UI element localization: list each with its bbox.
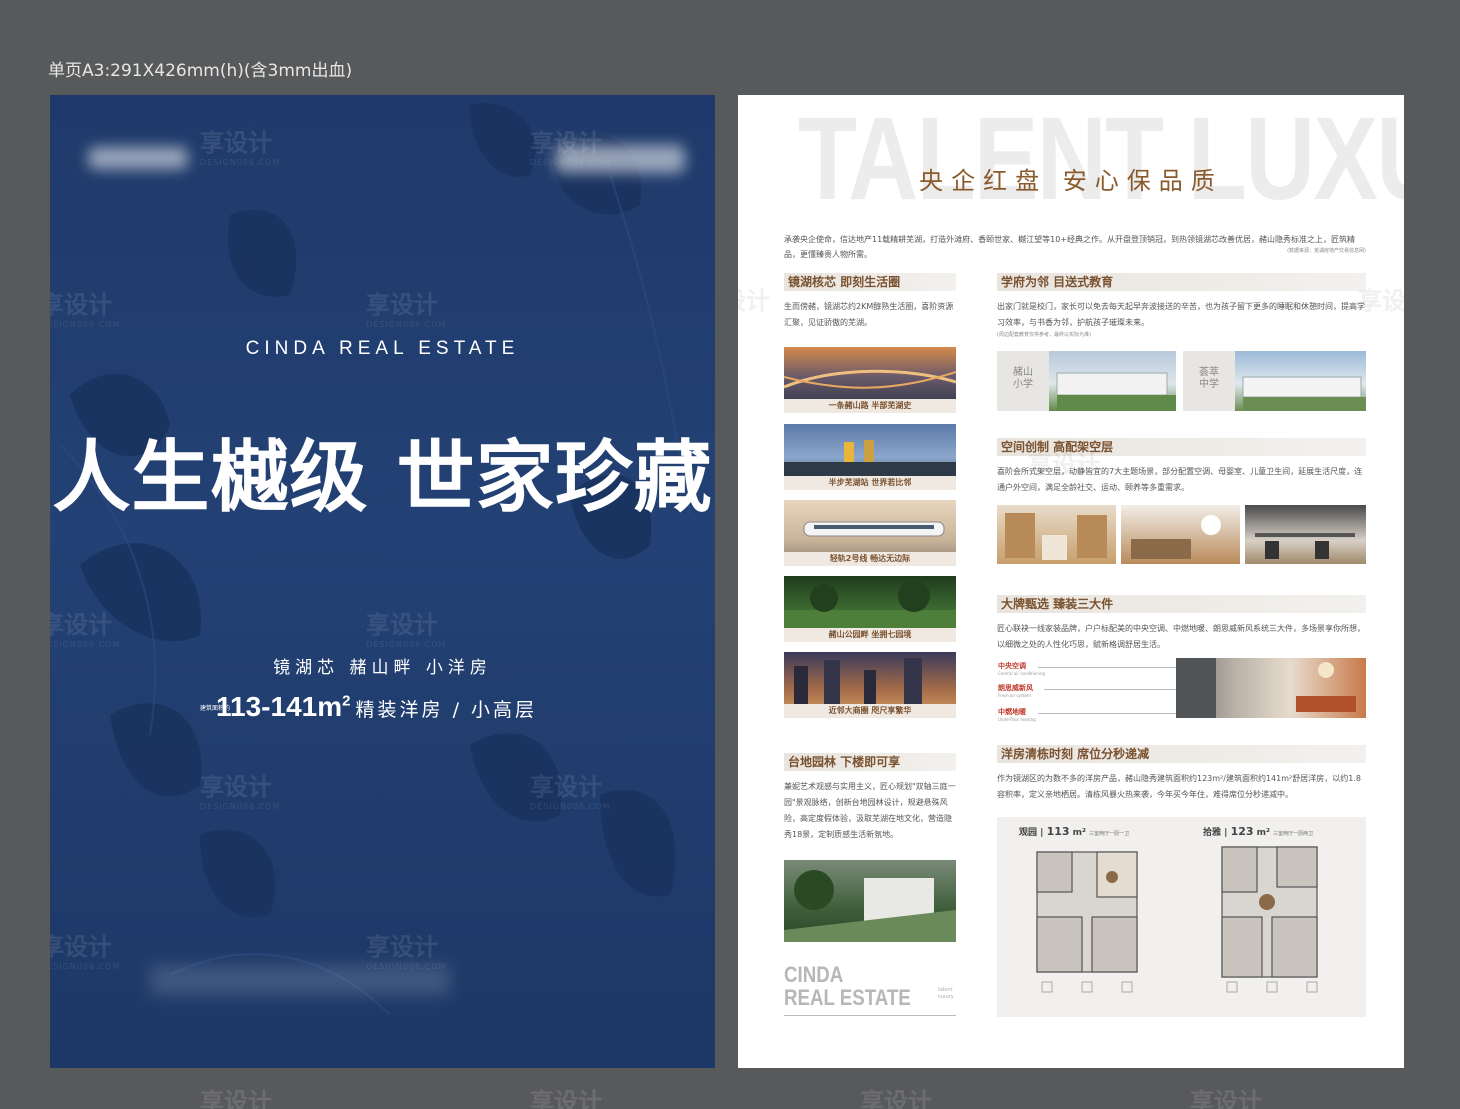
area-tagline: 建筑面积约113-141m2 精装洋房 / 小高层 (200, 691, 537, 723)
photo-station: 半步芜湖站 世界若比邻 (784, 424, 956, 490)
section-note-education: (周边配套教育仅供参考，最终以实际为准) (997, 332, 1091, 338)
floorplan-drawings (1036, 846, 1318, 993)
caption: 轻轨2号线 畅达无边际 (784, 552, 956, 566)
section-text-clubhouse: 喜阶会所式架空层，动静皆宜的7大主题场景，部分配置空调、母婴室、儿童卫生间，延展… (997, 467, 1363, 492)
floorplan-title-2: 拾雅 | 123 m² 三室两厅一厨两卫 (1203, 825, 1314, 838)
spec-label: 单页A3:291X426mm(h)(含3mm出血) (48, 61, 353, 81)
section-text-garden: 兼妮艺术观感与实用主义，匠心规划"双轴三庭一园"景观脉络，创新台地园林设计，规避… (784, 782, 956, 839)
blurred-contact (150, 965, 450, 995)
photo-garden (784, 860, 956, 942)
section-title-clubhouse: 空间创制 高配架空层 (997, 438, 1366, 456)
location-tagline: 镜湖芯 赭山畔 小洋房 (273, 658, 492, 678)
floorplan-panel: 观园 | 113 m² 三室两厅一厨一卫 拾雅 | 123 m² 三室两厅一厨两… (997, 817, 1366, 1017)
caption: 半步芜湖站 世界若比邻 (784, 476, 956, 490)
photo-interior (1176, 658, 1366, 718)
caption: 赭山公园畔 坐拥七园境 (784, 628, 956, 642)
logo-blurred-right (555, 145, 685, 173)
intro-text: 承袭央企使命，信达地产11载精耕芜湖，打造外滩府、香颐世家、樾江望等10+经典之… (784, 235, 1356, 259)
watermark: 享设计 (1190, 1088, 1262, 1109)
brand-english: CINDA REAL ESTATE (245, 338, 520, 359)
section-title-lifestyle: 镜湖核芯 即刻生活圈 (784, 273, 956, 291)
feature-leader-line (1044, 689, 1176, 690)
school-label-2: 荟萃 中学 (1183, 351, 1235, 411)
feature-fresh-air: 朗思威新风 Fresh air system (998, 684, 1033, 698)
intro-note: (数据来源：芜湖房地产交易信息网) (1287, 248, 1366, 254)
photo-overpass: 一条赭山路 半部芜湖史 (784, 347, 956, 413)
watermark: 享设计 (860, 1088, 932, 1109)
area-value: 113-141m2 (216, 691, 351, 722)
floorplan-title-1: 观园 | 113 m² 三室两厅一厨一卫 (1019, 825, 1130, 838)
section-title-garden: 台地园林 下楼即可享 (784, 753, 956, 771)
feature-leader-line (1038, 667, 1176, 668)
poster-front: 享设计DESIGN006.COM 享设计DESIGN006.COM 享设计DES… (50, 95, 715, 1068)
leaf-pattern (59, 103, 691, 1016)
area-rest: 精装洋房 / 小高层 (355, 699, 538, 721)
poster-back: TALENT LUXURY 央企红盘 安心保品质 承袭央企使命，信达地产11载精… (738, 95, 1404, 1068)
photo-library (997, 505, 1116, 564)
watermark: 享设计 (738, 287, 770, 315)
big-english-title: TALENT LUXURY (797, 95, 1404, 225)
caption: 近邻大商圈 咫尺享繁华 (784, 704, 956, 718)
footer-divider (784, 1015, 956, 1016)
section-text-fittings: 匠心联袂一线家装品牌，户户标配美的中央空调、中燃地暖、朗思威新风系统三大件，多场… (997, 624, 1365, 649)
caption: 一条赭山路 半部芜湖史 (784, 399, 956, 413)
footer-brand: CINDA REAL ESTATE (784, 962, 911, 1010)
feature-central-ac: 中央空调 Central air conditioning (998, 662, 1045, 676)
watermark: 享设计 (200, 1088, 272, 1109)
school-label-1: 赭山 小学 (997, 351, 1049, 411)
section-title-fittings: 大牌甄选 臻装三大件 (997, 595, 1366, 613)
logo-blurred (88, 147, 188, 169)
section-text-education: 出家门就是校门，家长可以免去每天起早奔波接送的辛苦，也为孩子留下更多的睡眠和休憩… (997, 302, 1365, 327)
photo-school-2: 荟萃 中学 (1183, 351, 1366, 411)
photo-lounge (1121, 505, 1240, 564)
feature-leader-line (1038, 713, 1176, 714)
section-title-education: 学府为邻 目送式教育 (997, 273, 1366, 291)
photo-school-1: 赭山 小学 (997, 351, 1176, 411)
section-text-lifestyle: 生而傍赭，镜湖芯约2KM醇熟生活圈，喜阶资源汇聚，见证骄傲的芜湖。 (784, 302, 954, 327)
watermark: 享设计 (530, 1088, 602, 1109)
photo-light-rail: 轻轨2号线 畅达无边际 (784, 500, 956, 566)
feature-floor-heating: 中燃地暖 Underfloor heating (998, 708, 1036, 722)
area-note: 建筑面积约 (200, 705, 231, 712)
photo-park: 赭山公园畔 坐拥七园境 (784, 576, 956, 642)
footer-small-text: talent luxury (938, 987, 954, 1000)
section-title-availability: 洋房清栋时刻 席位分秒递减 (997, 745, 1366, 763)
section-text-availability: 作为镜湖区的为数不多的洋房产品，赭山隐秀建筑面积约123m²/建筑面积约141m… (997, 774, 1361, 799)
slogan: 央企红盘 安心保品质 (919, 167, 1223, 195)
photo-city: 近邻大商圈 咫尺享繁华 (784, 652, 956, 718)
photo-gym (1245, 505, 1366, 564)
headline: 人生樾级 世家珍藏 (52, 432, 713, 523)
